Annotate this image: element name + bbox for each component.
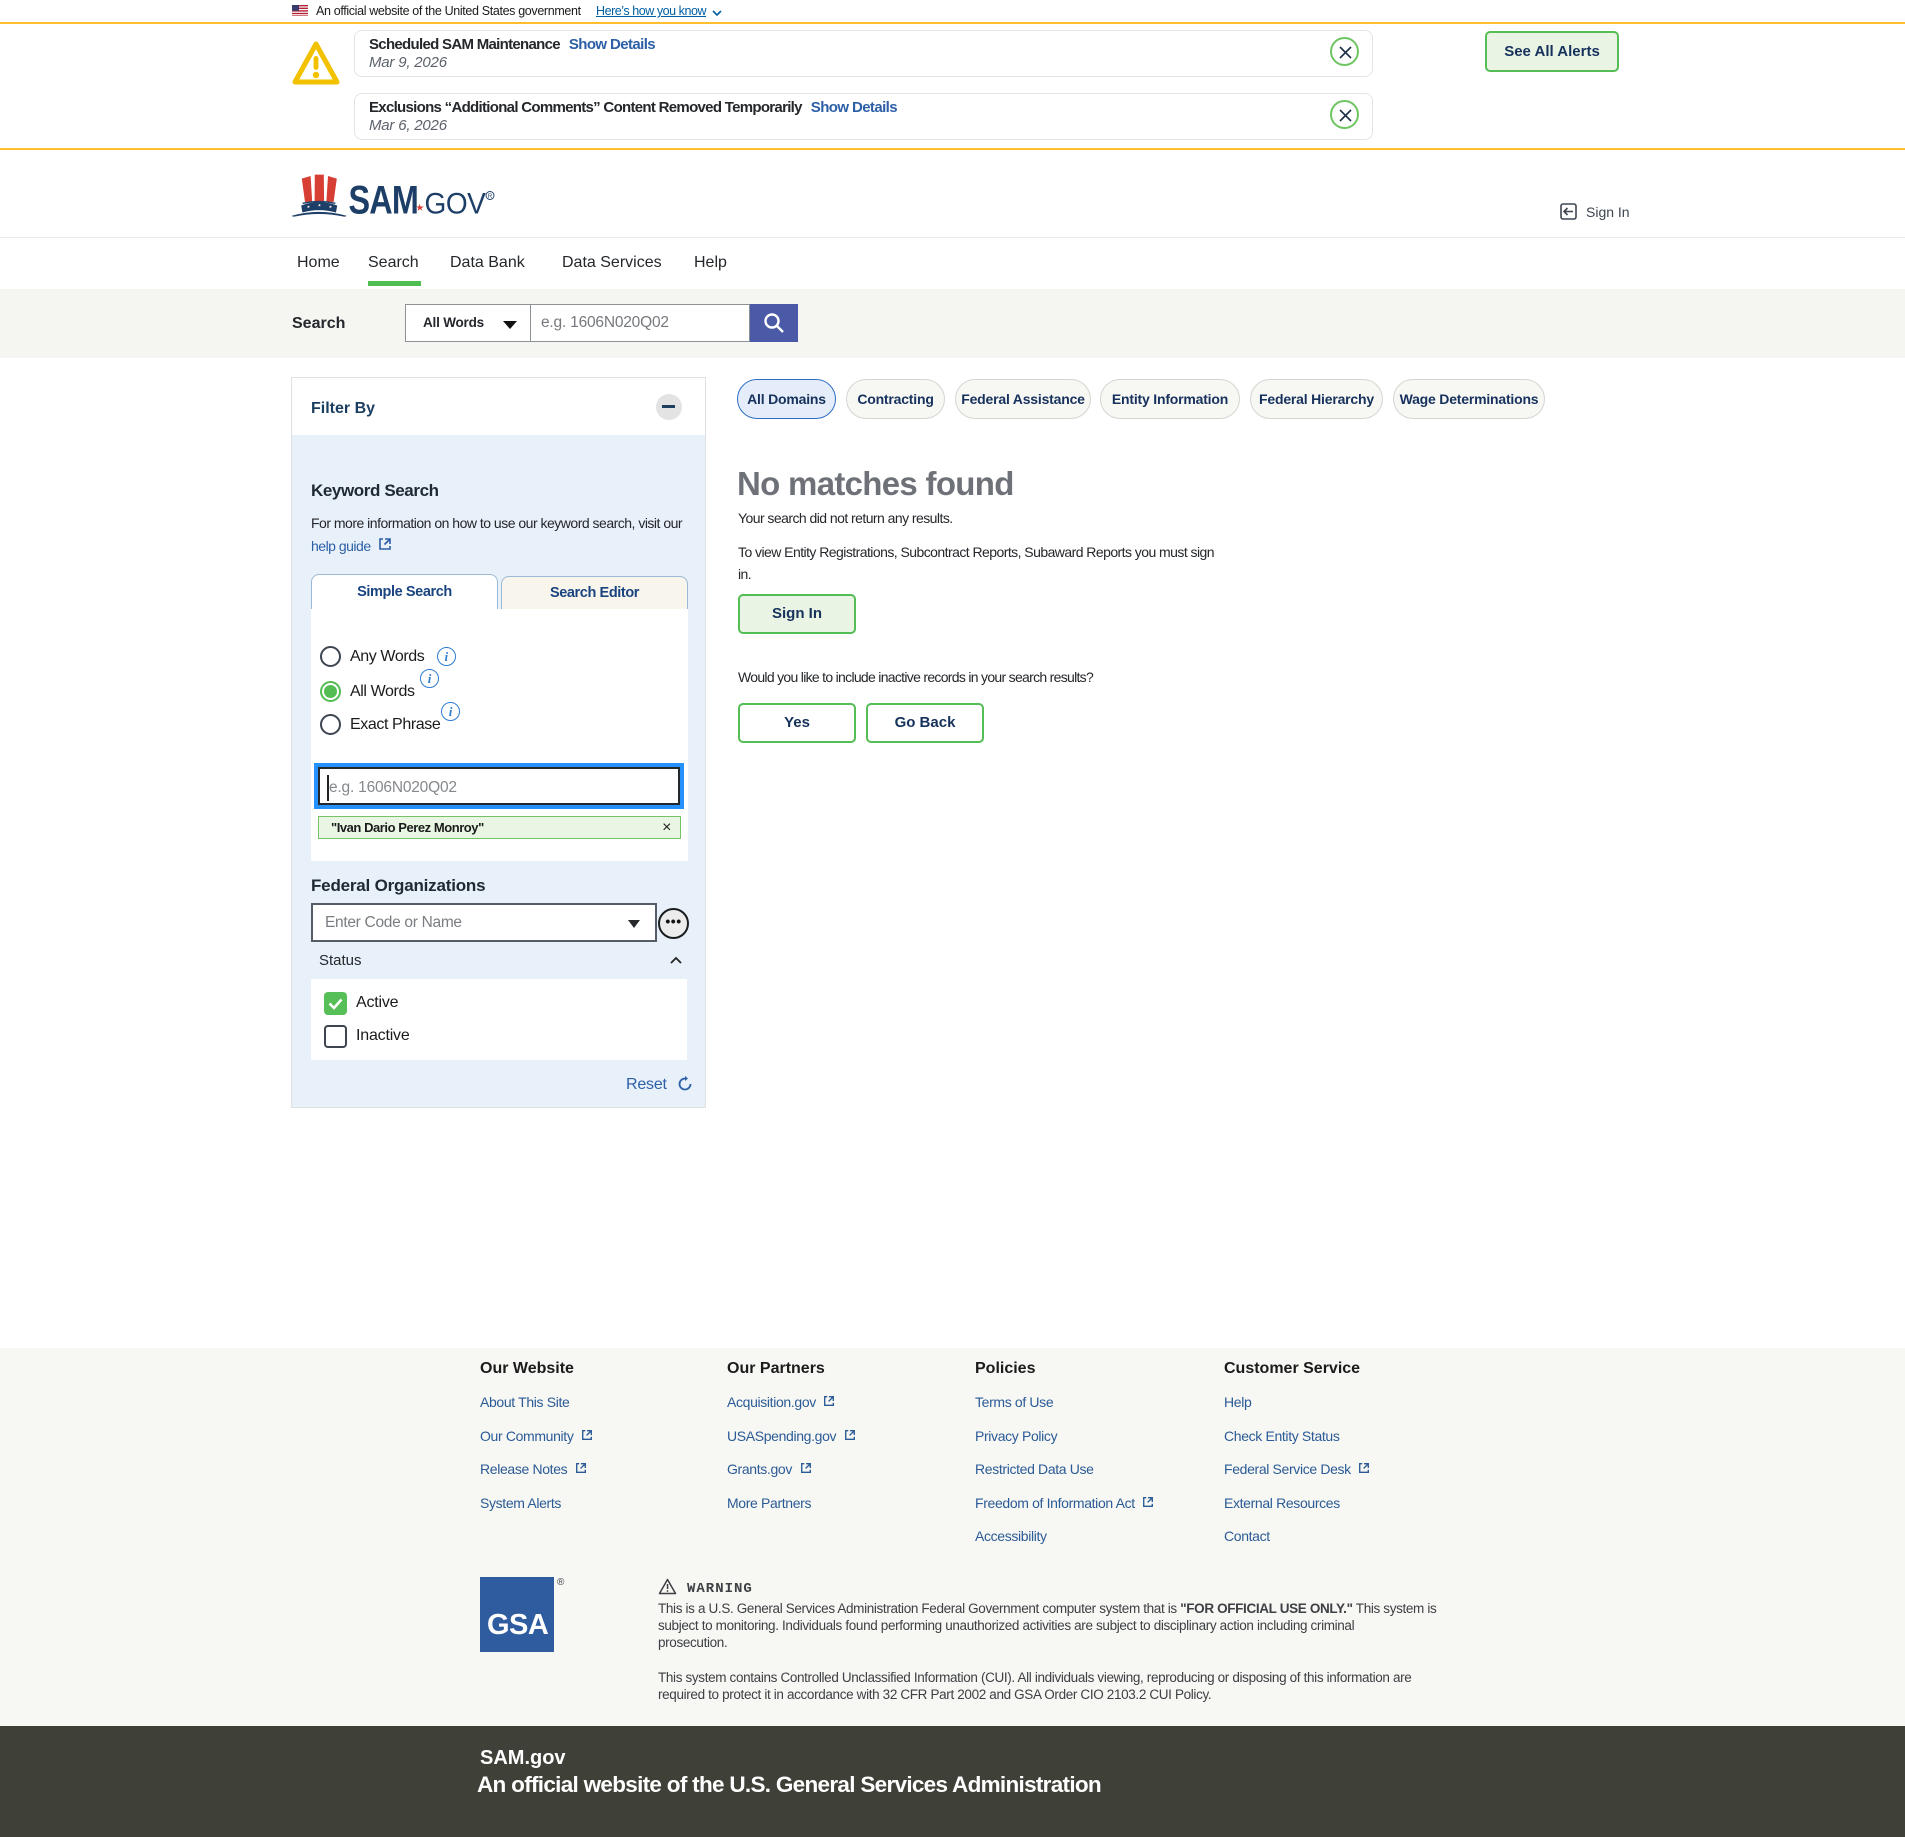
svg-text:R: R (488, 194, 493, 200)
svg-text:GOV: GOV (425, 188, 487, 221)
svg-text:SAM: SAM (349, 177, 418, 222)
